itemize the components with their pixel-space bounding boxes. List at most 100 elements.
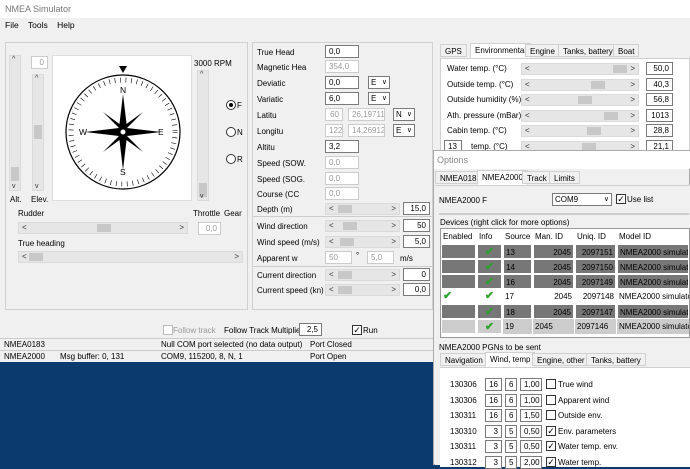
env-row-value[interactable]: 50,0: [646, 62, 673, 75]
env-row-value[interactable]: 1013: [646, 108, 673, 122]
info-cell[interactable]: ✔: [477, 304, 502, 319]
pgn-priority-input[interactable]: 16: [485, 409, 502, 422]
pgn-checkbox[interactable]: ✓: [546, 456, 556, 467]
wind-direction-input[interactable]: 50: [403, 219, 430, 232]
follow-track-checkbox[interactable]: [163, 325, 173, 335]
depth-scrollbar[interactable]: < >: [325, 203, 400, 215]
tab-track[interactable]: Track: [522, 171, 552, 184]
info-cell[interactable]: ✔: [477, 259, 502, 274]
true-heading-scrollbar[interactable]: < >: [18, 251, 243, 263]
env-row-scrollbar[interactable]: < >: [521, 125, 639, 137]
table-row[interactable]: ✔ 1420452097150NMEA2000 simulator Log: [441, 259, 689, 274]
tab-wind-temp[interactable]: Wind, temp: [485, 352, 536, 367]
current-direction-input[interactable]: 0: [403, 268, 430, 281]
tab-environmental[interactable]: Environmental: [470, 43, 532, 58]
throttle-scrollbar[interactable]: ^ v: [197, 70, 209, 201]
use-list-checkbox[interactable]: ✓: [616, 194, 626, 204]
gear-f-radio[interactable]: [226, 100, 236, 110]
gear-n-radio[interactable]: [226, 127, 236, 137]
deviation-input[interactable]: 0,0: [325, 76, 359, 89]
pgn-checkbox[interactable]: [546, 410, 556, 420]
deviation-dir-select[interactable]: E: [368, 76, 390, 89]
env-row-value[interactable]: 40,3: [646, 77, 673, 91]
tab-boat[interactable]: Boat: [613, 44, 640, 57]
pgn-interval-input[interactable]: 1,50: [520, 409, 542, 422]
pgn-checkbox[interactable]: ✓: [546, 425, 556, 436]
scroll-thumb[interactable]: [613, 65, 628, 73]
scroll-thumb[interactable]: [586, 127, 601, 135]
table-row[interactable]: ✔ 1920452097146NMEA2000 simulator fluid: [441, 319, 689, 334]
pgn-interval-input[interactable]: 1,00: [520, 393, 542, 407]
pgn-priority-input[interactable]: 3: [485, 455, 502, 469]
info-cell[interactable]: ✔: [477, 274, 502, 289]
column-header[interactable]: Model ID: [617, 229, 689, 244]
env-row-scrollbar[interactable]: < >: [521, 109, 639, 122]
pgn-priority-input[interactable]: 3: [485, 440, 502, 453]
pgn-source-input[interactable]: 6: [505, 393, 517, 407]
compass[interactable]: N S E W: [52, 55, 192, 201]
env-row-scrollbar[interactable]: < >: [521, 63, 639, 75]
longitude-min[interactable]: 14,26912: [348, 124, 385, 137]
current-speed-input[interactable]: 0,0: [403, 283, 430, 296]
latitude-deg[interactable]: 60: [325, 108, 343, 121]
pgn-source-input[interactable]: 5: [505, 424, 517, 438]
variation-input[interactable]: 6,0: [325, 92, 359, 105]
pgn-source-input[interactable]: 6: [505, 378, 517, 391]
enabled-cell[interactable]: [441, 304, 476, 319]
elevation-scrollbar[interactable]: ^ v: [32, 74, 44, 191]
wind-direction-scrollbar[interactable]: < >: [325, 220, 400, 232]
info-cell[interactable]: ✔: [477, 319, 502, 334]
enabled-cell[interactable]: [441, 319, 476, 334]
info-cell[interactable]: ✔: [477, 244, 502, 259]
gear-r-radio[interactable]: [226, 154, 236, 164]
multiplier-input[interactable]: 2,5: [299, 323, 322, 336]
table-row[interactable]: ✔ 1620452097149NMEA2000 simulator Wind: [441, 274, 689, 289]
column-header[interactable]: Info: [477, 229, 502, 244]
tab-gps[interactable]: GPS: [440, 44, 467, 57]
altitude-scrollbar[interactable]: ^ v: [9, 55, 21, 191]
env-row-scrollbar[interactable]: < >: [521, 94, 639, 106]
env-row-value[interactable]: 28,8: [646, 124, 673, 137]
env-row-scrollbar[interactable]: < >: [521, 78, 639, 91]
enabled-cell[interactable]: [441, 274, 476, 289]
tab-tanks-battery[interactable]: Tanks, battery: [586, 353, 646, 366]
pgn-priority-input[interactable]: 16: [485, 393, 502, 407]
longitude-dir-select[interactable]: E: [393, 124, 415, 137]
depth-input[interactable]: 15,0: [403, 202, 430, 215]
table-row[interactable]: ✔ 1820452097147NMEA2000 simulator engine: [441, 304, 689, 319]
pgn-source-input[interactable]: 6: [505, 409, 517, 422]
longitude-deg[interactable]: 122: [325, 124, 343, 137]
pgn-priority-input[interactable]: 16: [485, 378, 502, 391]
menu-file[interactable]: File: [5, 20, 19, 30]
pgn-interval-input[interactable]: 0,50: [520, 440, 542, 453]
pgn-interval-input[interactable]: 2,00: [520, 455, 542, 469]
table-row[interactable]: ✔ 1320452097151NMEA2000 simulator GPS: [441, 244, 689, 259]
pgn-interval-input[interactable]: 0,50: [520, 424, 542, 438]
wind-speed-scrollbar[interactable]: < >: [325, 236, 400, 248]
scroll-thumb[interactable]: [578, 96, 592, 104]
port-select[interactable]: COM9: [552, 193, 612, 206]
pgn-source-input[interactable]: 5: [505, 455, 517, 469]
latitude-min[interactable]: 26,19711: [348, 108, 385, 121]
variation-dir-select[interactable]: E: [368, 92, 390, 105]
info-cell[interactable]: ✔: [477, 289, 502, 304]
tab-limits[interactable]: Limits: [549, 171, 580, 184]
enabled-cell[interactable]: [441, 244, 476, 259]
current-direction-scrollbar[interactable]: < >: [325, 269, 400, 281]
tab-engine-other[interactable]: Engine, other: [532, 353, 590, 366]
enabled-cell[interactable]: [441, 259, 476, 274]
pgn-checkbox[interactable]: [546, 394, 556, 405]
column-header[interactable]: Source: [503, 229, 532, 244]
pgn-checkbox[interactable]: [546, 379, 556, 389]
pgn-source-input[interactable]: 5: [505, 440, 517, 453]
altitude-input[interactable]: 3,2: [325, 140, 359, 153]
current-speed-scrollbar[interactable]: < >: [325, 284, 400, 296]
true-head-input[interactable]: 0,0: [325, 45, 359, 58]
menu-help[interactable]: Help: [57, 20, 74, 30]
env-row-value[interactable]: 56,8: [646, 93, 673, 106]
pgn-interval-input[interactable]: 1,00: [520, 378, 542, 391]
wind-speed-input[interactable]: 5,0: [403, 235, 430, 248]
run-checkbox[interactable]: ✓: [352, 325, 362, 335]
tab-nmea2000[interactable]: NMEA2000: [477, 170, 528, 185]
tab-engine[interactable]: Engine: [525, 44, 560, 57]
